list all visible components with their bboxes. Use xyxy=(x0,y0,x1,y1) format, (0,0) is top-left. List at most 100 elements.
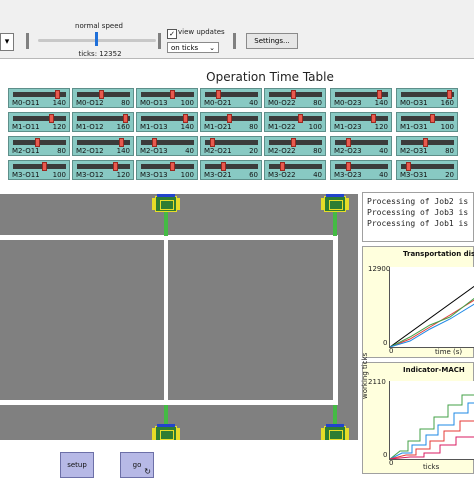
slider-track[interactable] xyxy=(269,164,322,169)
operation-time-slider[interactable]: M2-O31 80 xyxy=(396,136,458,156)
slider-knob[interactable] xyxy=(227,114,232,123)
view-updates-label: view updates xyxy=(178,28,225,36)
operation-time-slider[interactable]: M3-O13 100 xyxy=(136,160,198,180)
operation-time-slider[interactable]: M0-O22 80 xyxy=(264,88,326,108)
slider-knob[interactable] xyxy=(216,90,221,99)
operation-time-slider[interactable]: M2-O11 80 xyxy=(8,136,70,156)
series-line-green xyxy=(390,297,474,347)
slider-track[interactable] xyxy=(335,140,388,145)
dropdown-arrow-icon[interactable]: ▾ xyxy=(0,33,14,51)
operation-time-slider[interactable]: M2-O13 40 xyxy=(136,136,198,156)
slider-knob[interactable] xyxy=(210,138,215,147)
operation-time-slider[interactable]: M3-O11 100 xyxy=(8,160,70,180)
slider-knob[interactable] xyxy=(346,162,351,171)
slider-value: 100 xyxy=(308,123,322,131)
operation-time-slider[interactable]: M3-O21 60 xyxy=(200,160,262,180)
go-button[interactable]: go ↻ xyxy=(120,452,154,478)
slider-knob[interactable] xyxy=(55,90,60,99)
slider-knob[interactable] xyxy=(119,138,124,147)
slider-track[interactable] xyxy=(205,92,258,97)
slider-knob[interactable] xyxy=(99,90,104,99)
slider-value: 160 xyxy=(440,99,454,107)
operation-time-slider[interactable]: M0-O11 140 xyxy=(8,88,70,108)
operation-time-slider[interactable]: M1-O11 120 xyxy=(8,112,70,132)
slider-knob[interactable] xyxy=(42,162,47,171)
slider-track[interactable] xyxy=(401,116,454,121)
slider-track[interactable] xyxy=(335,164,388,169)
slider-label: M3-O31 xyxy=(400,171,428,179)
operation-time-slider[interactable]: M0-O23 140 xyxy=(330,88,392,108)
slider-knob[interactable] xyxy=(280,162,285,171)
operation-time-slider[interactable]: M2-O23 40 xyxy=(330,136,392,156)
machine-icon xyxy=(152,194,180,212)
slider-track[interactable] xyxy=(77,164,130,169)
settings-button[interactable]: Settings... xyxy=(246,33,298,49)
slider-knob[interactable] xyxy=(170,162,175,171)
slider-knob[interactable] xyxy=(152,138,157,147)
operation-time-slider[interactable]: M3-O22 40 xyxy=(264,160,326,180)
operation-time-slider[interactable]: M2-O22 80 xyxy=(264,136,326,156)
slider-value: 40 xyxy=(249,99,258,107)
operation-time-slider[interactable]: M3-O12 120 xyxy=(72,160,134,180)
slider-value: 20 xyxy=(249,147,258,155)
slider-knob[interactable] xyxy=(183,114,188,123)
operation-time-slider[interactable]: M0-O31 160 xyxy=(396,88,458,108)
slider-track[interactable] xyxy=(141,164,194,169)
slider-track[interactable] xyxy=(205,164,258,169)
indicator-plot: Indicator-MACH 2110 0 0 ticks working ti… xyxy=(361,353,474,474)
operation-time-slider[interactable]: M1-O12 160 xyxy=(72,112,134,132)
slider-track[interactable] xyxy=(13,116,66,121)
operation-time-slider[interactable]: M2-O21 20 xyxy=(200,136,262,156)
slider-knob[interactable] xyxy=(423,138,428,147)
slider-knob[interactable] xyxy=(49,114,54,123)
slider-knob[interactable] xyxy=(123,114,128,123)
slider-track[interactable] xyxy=(269,116,322,121)
slider-value: 100 xyxy=(440,123,454,131)
slider-knob[interactable] xyxy=(113,162,118,171)
slider-knob[interactable] xyxy=(291,90,296,99)
slider-knob[interactable] xyxy=(430,114,435,123)
slider-knob[interactable] xyxy=(298,114,303,123)
speed-slider-thumb[interactable] xyxy=(95,32,98,46)
operation-time-slider[interactable]: M1-O22 100 xyxy=(264,112,326,132)
slider-knob[interactable] xyxy=(371,114,376,123)
operation-time-slider[interactable]: M1-O21 80 xyxy=(200,112,262,132)
series-line-black xyxy=(390,285,474,347)
toolbar-divider xyxy=(158,33,161,49)
operation-time-slider[interactable]: M0-O21 40 xyxy=(200,88,262,108)
operation-time-slider[interactable]: M0-O13 100 xyxy=(136,88,198,108)
slider-knob[interactable] xyxy=(377,90,382,99)
ticks-counter: ticks: 12352 xyxy=(78,50,122,58)
series-line-green xyxy=(390,394,474,459)
x-min-label: 0 xyxy=(389,459,394,467)
connector-top-right xyxy=(333,208,337,236)
slider-track[interactable] xyxy=(335,116,388,121)
operation-time-slider[interactable]: M1-O31 100 xyxy=(396,112,458,132)
operation-time-slider[interactable]: M2-O12 140 xyxy=(72,136,134,156)
slider-knob[interactable] xyxy=(406,162,411,171)
slider-label: M3-O22 xyxy=(268,171,296,179)
view-updates-checkbox[interactable]: ✓ xyxy=(167,29,177,39)
operation-time-slider[interactable]: M0-O12 80 xyxy=(72,88,134,108)
slider-knob[interactable] xyxy=(346,138,351,147)
slider-knob[interactable] xyxy=(221,162,226,171)
operation-time-slider[interactable]: M1-O23 120 xyxy=(330,112,392,132)
slider-track[interactable] xyxy=(141,140,194,145)
operation-time-slider[interactable]: M3-O31 20 xyxy=(396,160,458,180)
slider-label: M2-O12 xyxy=(76,147,104,155)
slider-track[interactable] xyxy=(141,92,194,97)
slider-knob[interactable] xyxy=(170,90,175,99)
slider-knob[interactable] xyxy=(291,138,296,147)
slider-knob[interactable] xyxy=(447,90,452,99)
operation-time-slider[interactable]: M3-O23 40 xyxy=(330,160,392,180)
slider-knob[interactable] xyxy=(35,138,40,147)
toolbar-divider xyxy=(233,33,236,49)
operation-time-slider[interactable]: M1-O13 140 xyxy=(136,112,198,132)
output-area[interactable]: Processing of Job2 is Processing of Job3… xyxy=(362,192,474,242)
slider-label: M1-O31 xyxy=(400,123,428,131)
slider-value: 120 xyxy=(116,171,130,179)
slider-track[interactable] xyxy=(13,164,66,169)
update-mode-select[interactable]: on ticks ⌄ xyxy=(167,42,219,53)
setup-button[interactable]: setup xyxy=(60,452,94,478)
world-view xyxy=(0,194,358,442)
